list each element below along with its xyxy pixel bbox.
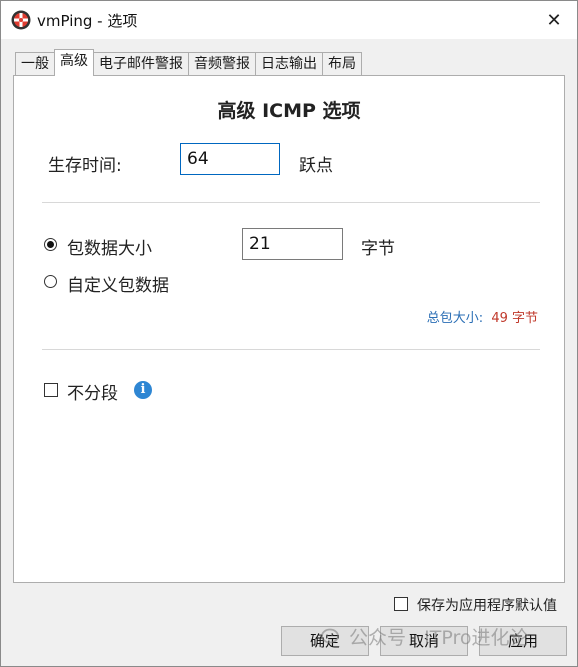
divider [42,349,540,350]
tab-advanced[interactable]: 高级 [54,49,94,76]
wechat-icon [321,628,343,646]
custom-data-radio[interactable] [44,275,57,288]
total-size-label: 总包大小: [426,311,484,326]
ttl-unit-label: 跃点 [299,156,333,176]
options-window: vmPing - 选项 ✕ 一般 高级 电子邮件警报 音频警报 日志输出 布局 … [0,0,578,667]
window-title: vmPing - 选项 [37,12,138,30]
save-default-label[interactable]: 保存为应用程序默认值 [417,595,557,615]
dont-fragment-label[interactable]: 不分段 [67,379,118,404]
tab-log-output[interactable]: 日志输出 [255,52,323,76]
watermark-text: 公众号 · ITPro进化论 [349,627,529,649]
close-button[interactable]: ✕ [531,1,577,39]
tab-layout[interactable]: 布局 [322,52,362,76]
packet-size-unit-label: 字节 [361,239,395,259]
packet-size-input[interactable] [242,228,343,260]
info-icon[interactable]: i [134,381,152,399]
ttl-label: 生存时间: [48,156,122,176]
packet-size-label[interactable]: 包数据大小 [67,234,152,259]
total-size-row: 总包大小: 49 字节 [427,307,538,326]
title-bar: vmPing - 选项 ✕ [1,1,577,39]
tab-email-alerts[interactable]: 电子邮件警报 [93,52,189,76]
packet-size-radio[interactable] [44,238,57,251]
close-icon: ✕ [546,9,562,31]
vmping-app-icon [11,10,31,30]
tab-audio-alerts[interactable]: 音频警报 [188,52,256,76]
advanced-panel: 高级 ICMP 选项 生存时间: 跃点 包数据大小 字节 自定义包数据 总包大小… [13,75,565,583]
ttl-input[interactable] [180,143,280,175]
divider [42,202,540,203]
save-default-checkbox[interactable] [394,597,408,611]
total-size-value: 49 字节 [491,311,538,326]
watermark: 公众号 · ITPro进化论 [321,623,528,650]
tab-general[interactable]: 一般 [15,52,55,76]
custom-data-label[interactable]: 自定义包数据 [67,271,169,296]
tab-strip: 一般 高级 电子邮件警报 音频警报 日志输出 布局 [15,49,362,76]
panel-title: 高级 ICMP 选项 [217,100,361,122]
dont-fragment-checkbox[interactable] [44,383,58,397]
